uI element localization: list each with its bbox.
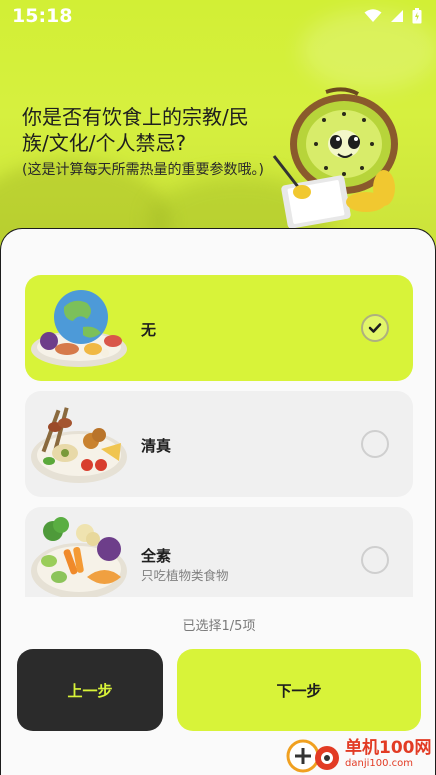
option-halal-checkbox[interactable] (361, 430, 389, 458)
previous-step-button[interactable]: 上一步 (17, 649, 163, 731)
option-vegan-title: 全素 (141, 547, 172, 565)
header-banner: 15:18 你是否有饮食上的宗教/民族/文化/个人禁忌? (这是计算每天所需热量… (0, 0, 436, 250)
option-none[interactable]: 无 (25, 275, 413, 381)
halal-food-plate-icon (31, 407, 127, 483)
options-sheet: 无 清真 全素 只吃植物类食物 已选择1/5项 上一步 下一步 (0, 228, 436, 775)
watermark-name: 单机100网 (345, 737, 432, 758)
vegan-food-plate-icon (31, 517, 127, 597)
watermark-logo-icon (286, 739, 339, 772)
option-vegan-checkbox[interactable] (361, 546, 389, 574)
check-icon (368, 323, 382, 333)
question-title: 你是否有饮食上的宗教/民族/文化/个人禁忌? (22, 105, 249, 155)
kiwi-mascot-icon (272, 87, 398, 229)
option-halal[interactable]: 清真 (25, 391, 413, 497)
option-vegan-description: 只吃植物类食物 (141, 568, 229, 583)
signal-icon (391, 10, 403, 22)
selection-count: 已选择1/5项 (182, 619, 256, 634)
wifi-icon (364, 9, 382, 22)
watermark-logo: 单机100网 danji100.com (283, 732, 433, 775)
option-none-checkbox[interactable] (361, 314, 389, 342)
watermark-url: danji100.com (345, 757, 413, 769)
status-time: 15:18 (12, 5, 73, 27)
option-vegan[interactable]: 全素 只吃植物类食物 (25, 507, 413, 597)
battery-icon (412, 8, 422, 24)
next-step-button[interactable]: 下一步 (177, 649, 421, 731)
question-subtitle: (这是计算每天所需热量的重要参数哦。) (22, 162, 264, 178)
status-bar: 15:18 (0, 0, 436, 32)
options-list: 无 清真 全素 只吃植物类食物 (25, 275, 413, 597)
option-none-title: 无 (141, 321, 157, 339)
option-halal-title: 清真 (141, 437, 172, 455)
world-food-plate-icon (31, 290, 127, 367)
